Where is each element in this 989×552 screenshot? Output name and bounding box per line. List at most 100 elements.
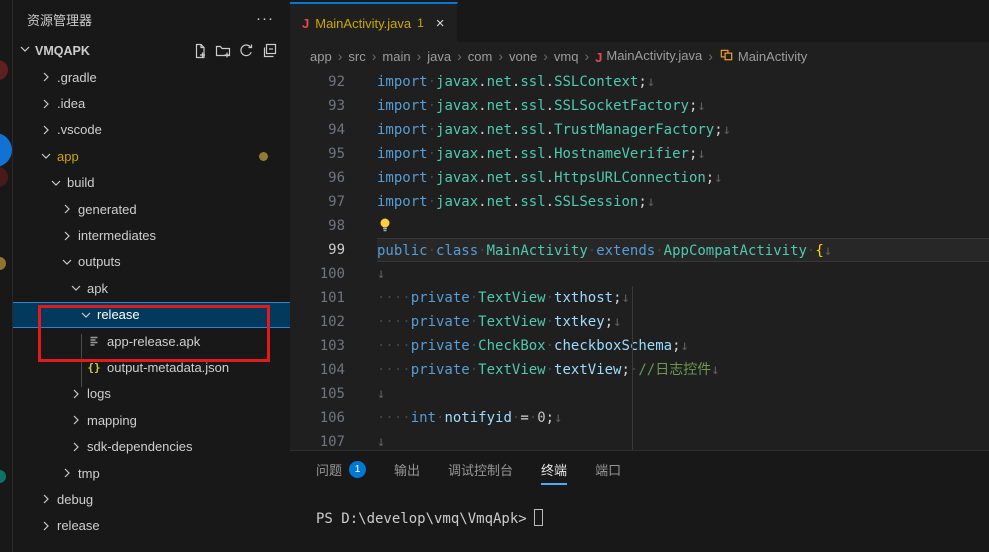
code-line-98[interactable]: 98 (290, 214, 989, 238)
chevron-right-icon (59, 228, 75, 244)
panel-tab-端口[interactable]: 端口 (595, 451, 621, 487)
code-line-95[interactable]: 95import·javax.net.ssl.HostnameVerifier;… (290, 142, 989, 166)
tree-item-outputs[interactable]: outputs (13, 249, 290, 275)
chevron-right-icon (68, 412, 84, 428)
tree-item-release[interactable]: release (13, 513, 290, 539)
edge-dot-blue (0, 133, 12, 167)
breadcrumb-item-main[interactable]: main (382, 49, 410, 64)
terminal-prompt: PS D:\develop\vmq\VmqApk> (316, 511, 527, 527)
tree-item-label: intermediates (78, 228, 156, 243)
line-number: 100 (290, 262, 345, 286)
tree-item-label: mapping (87, 413, 137, 428)
bottom-panel: 问题1 输出调试控制台 终端 端口 PS D:\develop\vmq\VmqApk> (290, 450, 989, 552)
tree-item-sdk-dependencies[interactable]: sdk-dependencies (13, 433, 290, 459)
tree-root-vmqapk[interactable]: VMQAPK (13, 38, 290, 64)
code-line-content (377, 214, 989, 238)
code-line-content: import·javax.net.ssl.SSLContext;↓ (377, 70, 989, 94)
code-line-94[interactable]: 94import·javax.net.ssl.TrustManagerFacto… (290, 118, 989, 142)
tree-item-generated[interactable]: generated (13, 196, 290, 222)
collapse-all-icon[interactable] (261, 43, 277, 59)
breadcrumb-item-src[interactable]: src (348, 49, 365, 64)
breadcrumb-separator: › (338, 48, 343, 64)
tree-item-tmp[interactable]: tmp (13, 460, 290, 486)
code-line-93[interactable]: 93 import·javax.net.ssl.SSLSocketFactory;… (290, 94, 989, 118)
code-line-content: ····private·TextView·textView;·//日志控件↓ (377, 358, 989, 382)
tab-mainactivity-java[interactable]: J MainActivity.java 1 × (290, 2, 458, 42)
modified-dot-badge (259, 152, 268, 161)
tree-item-intermediates[interactable]: intermediates (13, 222, 290, 248)
tree-item-debug[interactable]: debug (13, 486, 290, 512)
tree-item-.vscode[interactable]: .vscode (13, 117, 290, 143)
breadcrumb-item-java[interactable]: java (427, 49, 451, 64)
indent-guide (81, 334, 82, 387)
refresh-icon[interactable] (238, 43, 254, 59)
chevron-right-icon (38, 96, 54, 112)
tree-item-build[interactable]: build (13, 170, 290, 196)
code-line-104[interactable]: 104····private·TextView·textView;·//日志控件… (290, 358, 989, 382)
code-line-content: import·javax.net.ssl.SSLSocketFactory;↓ (377, 94, 989, 118)
breadcrumb-item-com[interactable]: com (468, 49, 493, 64)
activity-bar-edge (0, 0, 13, 552)
breadcrumb-item-app[interactable]: app (310, 49, 332, 64)
tree-item-.idea[interactable]: .idea (13, 90, 290, 116)
code-line-content: ····private·TextView·txthost;↓ (377, 286, 989, 310)
line-number: 95 (290, 142, 345, 166)
code-editor[interactable]: 92import·javax.net.ssl.SSLContext;↓93 imp… (290, 70, 989, 450)
code-line-103[interactable]: 103····private·CheckBox·checkboxSchema;↓ (290, 334, 989, 358)
tree-item-output-metadata.json[interactable]: {}output-metadata.json (13, 354, 290, 380)
tree-item-apk[interactable]: apk (13, 275, 290, 301)
code-line-106[interactable]: 106····int·notifyid·=·0;↓ (290, 406, 989, 430)
code-line-content: ····private·CheckBox·checkboxSchema;↓ (377, 334, 989, 358)
line-number: 96 (290, 166, 345, 190)
breadcrumb-item-MainActivity[interactable]: MainActivity (719, 48, 807, 64)
code-line-99[interactable]: 99public·class·MainActivity·extends·AppC… (290, 238, 989, 262)
tree-item-logs[interactable]: logs (13, 381, 290, 407)
indent-guide (632, 286, 633, 450)
code-line-97[interactable]: 97import·javax.net.ssl.SSLSession;↓ (290, 190, 989, 214)
terminal[interactable]: PS D:\develop\vmq\VmqApk> (290, 487, 989, 527)
panel-tab-问题[interactable]: 问题1 (316, 451, 366, 487)
chevron-right-icon (38, 122, 54, 138)
edge-dot-gold (0, 257, 6, 270)
breadcrumb-item-vone[interactable]: vone (509, 49, 537, 64)
breadcrumb-item-MainActivity.java[interactable]: JMainActivity.java (595, 48, 702, 65)
chevron-right-icon (68, 386, 84, 402)
code-line-101[interactable]: 101····private·TextView·txthost;↓ (290, 286, 989, 310)
line-number: 99 (290, 238, 345, 262)
java-file-icon: J (595, 50, 602, 65)
panel-tab-终端[interactable]: 终端 (541, 451, 567, 487)
code-line-105[interactable]: 105↓ (290, 382, 989, 406)
code-line-92[interactable]: 92import·javax.net.ssl.SSLContext;↓ (290, 70, 989, 94)
chevron-right-icon (59, 201, 75, 217)
breadcrumb-separator: › (584, 48, 589, 64)
close-icon[interactable]: × (436, 15, 445, 32)
code-line-content: ↓ (377, 382, 989, 406)
breadcrumb-separator: › (708, 48, 713, 64)
panel-tab-输出[interactable]: 输出 (394, 451, 420, 487)
code-line-107[interactable]: 107↓ (290, 430, 989, 450)
chevron-right-icon (38, 518, 54, 534)
tree-item-release[interactable]: release (13, 302, 290, 328)
panel-tab-调试控制台[interactable]: 调试控制台 (448, 451, 513, 487)
code-line-102[interactable]: 102····private·TextView·txtkey;↓ (290, 310, 989, 334)
tree-item-app-release.apk[interactable]: app-release.apk (13, 328, 290, 354)
tree-item-app[interactable]: app (13, 143, 290, 169)
breadcrumb-item-vmq[interactable]: vmq (554, 49, 579, 64)
tree-item-.gradle[interactable]: .gradle (13, 64, 290, 90)
more-actions-icon[interactable]: ··· (256, 14, 274, 24)
chevron-right-icon (68, 439, 84, 455)
new-folder-icon[interactable] (215, 43, 231, 59)
code-line-content: import·javax.net.ssl.HttpsURLConnection;… (377, 166, 989, 190)
line-number: 93 (290, 94, 345, 118)
explorer-title: 资源管理器 (27, 10, 92, 29)
tree-item-label: release (97, 307, 140, 322)
code-line-100[interactable]: 100↓ (290, 262, 989, 286)
root-folder-label: VMQAPK (35, 44, 192, 58)
breadcrumb-separator: › (457, 48, 462, 64)
new-file-icon[interactable] (192, 43, 208, 59)
tree-item-label: build (67, 175, 94, 190)
explorer-header: 资源管理器 ··· (13, 0, 290, 38)
code-line-96[interactable]: 96 import·javax.net.ssl.HttpsURLConnectio… (290, 166, 989, 190)
tree-item-mapping[interactable]: mapping (13, 407, 290, 433)
panel-tab-label: 终端 (541, 460, 567, 479)
